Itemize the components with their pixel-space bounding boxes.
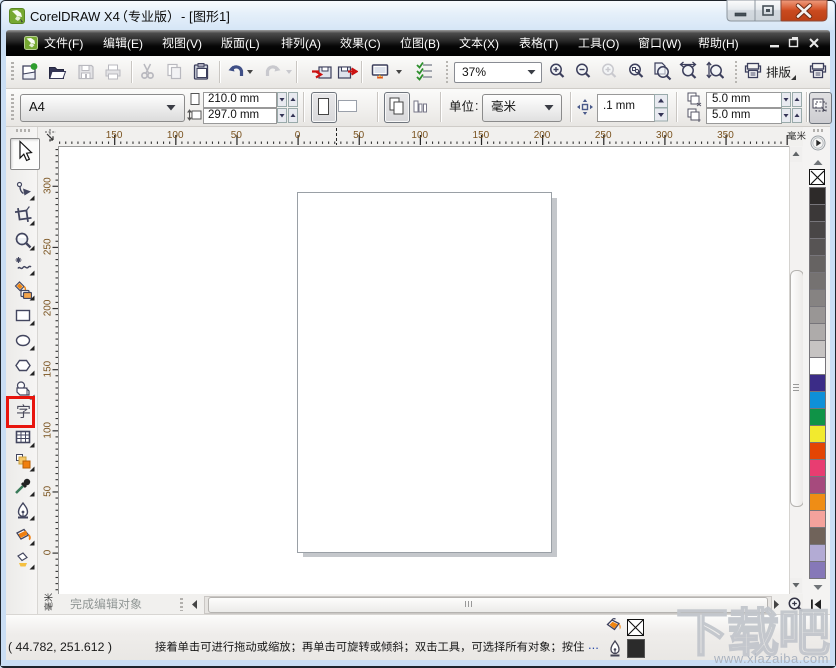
svg-text:100: 100 — [43, 421, 54, 438]
svg-text:0: 0 — [43, 549, 54, 555]
svg-text:100: 100 — [167, 130, 184, 141]
svg-text:200: 200 — [43, 299, 54, 316]
svg-text:150: 150 — [43, 360, 54, 377]
svg-text:250: 250 — [43, 238, 54, 255]
svg-text:300: 300 — [43, 177, 54, 194]
svg-text:50: 50 — [353, 130, 365, 141]
svg-text:100: 100 — [411, 130, 428, 141]
svg-text:0: 0 — [295, 130, 301, 141]
svg-text:150: 150 — [106, 130, 123, 141]
svg-text:250: 250 — [595, 130, 612, 141]
svg-text:50: 50 — [43, 485, 54, 497]
svg-text:150: 150 — [473, 130, 490, 141]
svg-text:350: 350 — [717, 130, 734, 141]
svg-text:200: 200 — [534, 130, 551, 141]
svg-text:300: 300 — [656, 130, 673, 141]
svg-text:50: 50 — [231, 130, 243, 141]
